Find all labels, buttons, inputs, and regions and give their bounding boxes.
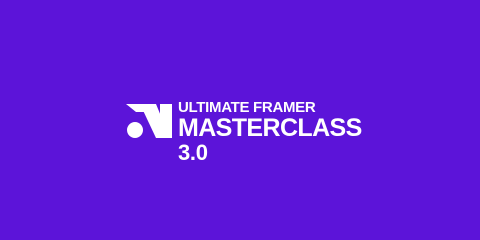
title-line-1: ULTIMATE FRAMER [178,99,316,116]
title-line-2: MASTERCLASS [178,114,362,142]
banner: ULTIMATE FRAMER MASTERCLASS 3.0 [0,0,480,240]
course-title: ULTIMATE FRAMER MASTERCLASS 3.0 [178,100,362,164]
version-label: 3.0 [178,140,208,165]
ultimate-framer-logo-icon [126,104,172,138]
